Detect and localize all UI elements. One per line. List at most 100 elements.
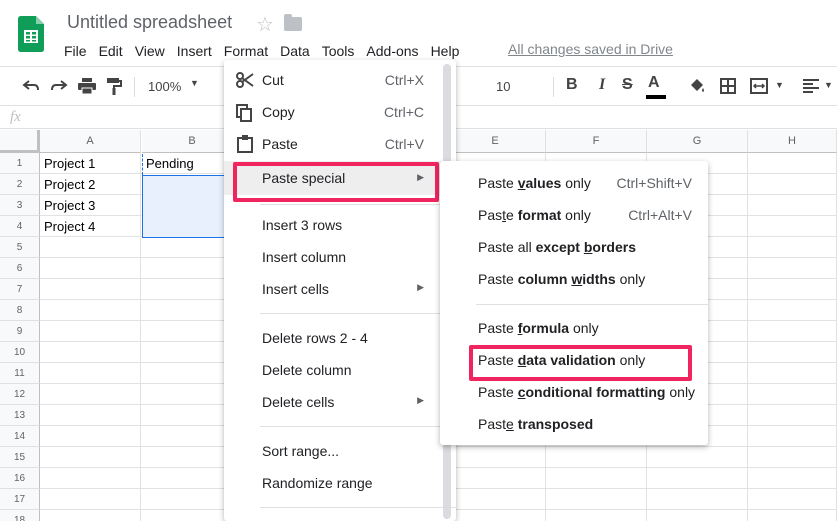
merge-cells-icon[interactable] (750, 78, 768, 94)
menu-item-randomize-range[interactable]: Randomize range (224, 467, 456, 499)
text-color-icon[interactable]: A (648, 74, 660, 92)
row-header[interactable]: 7 (0, 279, 40, 300)
column-header[interactable]: G (647, 130, 748, 153)
borders-icon[interactable] (720, 78, 736, 94)
menu-item-label: Copy (262, 104, 295, 120)
column-header[interactable]: H (748, 130, 837, 153)
cell-a4[interactable]: Project 4 (40, 217, 95, 237)
column-header[interactable]: A (40, 130, 141, 153)
menubar: File Edit View Insert Format Data Tools … (58, 40, 465, 62)
zoom-select[interactable]: 100% (148, 79, 181, 94)
row-header[interactable]: 10 (0, 342, 40, 363)
menu-item-paste-column-widths[interactable]: Paste column widths only (440, 263, 708, 295)
spreadsheet-app: Untitled spreadsheet ☆ File Edit View In… (0, 0, 837, 521)
select-all-corner[interactable] (0, 130, 40, 153)
strikethrough-icon[interactable]: S (622, 76, 633, 94)
cell-a1[interactable]: Project 1 (40, 154, 95, 174)
menu-addons[interactable]: Add-ons (360, 40, 424, 62)
row-header[interactable]: 3 (0, 195, 40, 216)
menu-item-sort-range[interactable]: Sort range... (224, 435, 456, 467)
menu-item-paste[interactable]: Paste Ctrl+V (224, 128, 456, 160)
menu-item-insert-rows[interactable]: Insert 3 rows (224, 209, 456, 241)
menu-item-label: Insert 3 rows (262, 217, 343, 233)
menu-edit[interactable]: Edit (93, 40, 129, 62)
align-chevron-down-icon[interactable]: ▼ (824, 80, 833, 90)
submenu-arrow-icon: ▶ (417, 282, 424, 292)
submenu-arrow-icon: ▶ (417, 395, 424, 405)
menu-item-label: Paste format only (478, 207, 591, 223)
folder-icon[interactable] (284, 14, 302, 31)
menu-separator (260, 204, 456, 205)
redo-icon[interactable] (50, 79, 68, 93)
paint-format-icon[interactable] (106, 78, 122, 96)
merge-chevron-down-icon[interactable]: ▼ (775, 80, 784, 90)
column-header[interactable]: F (546, 130, 647, 153)
menu-view[interactable]: View (129, 40, 171, 62)
row-header[interactable]: 16 (0, 468, 40, 489)
menu-item-label: Cut (262, 72, 284, 88)
data-validation-highlight (469, 345, 692, 381)
menu-item-copy[interactable]: Copy Ctrl+C (224, 96, 456, 128)
menu-item-delete-rows[interactable]: Delete rows 2 - 4 (224, 322, 456, 354)
text-color-swatch (646, 95, 666, 99)
menu-item-label: Paste formula only (478, 320, 599, 336)
sheets-logo[interactable] (18, 16, 44, 52)
row-header[interactable]: 14 (0, 426, 40, 447)
menu-data[interactable]: Data (274, 40, 316, 62)
fill-color-icon[interactable] (688, 78, 706, 94)
row-header[interactable]: 2 (0, 174, 40, 195)
document-title[interactable]: Untitled spreadsheet (67, 12, 232, 33)
row-header[interactable]: 8 (0, 300, 40, 321)
menu-item-paste-formula-only[interactable]: Paste formula only (440, 312, 708, 344)
row-header[interactable]: 9 (0, 321, 40, 342)
save-status-link[interactable]: All changes saved in Drive (508, 41, 673, 57)
menu-item-paste-except-borders[interactable]: Paste all except borders (440, 231, 708, 263)
undo-icon[interactable] (22, 79, 40, 93)
column-header[interactable]: E (445, 130, 546, 153)
column-gridline (140, 153, 141, 521)
menu-item-label: Delete column (262, 362, 352, 378)
menu-item-label: Delete rows 2 - 4 (262, 330, 368, 346)
menu-help[interactable]: Help (425, 40, 466, 62)
menu-item-paste-format-only[interactable]: Paste format only Ctrl+Alt+V (440, 199, 708, 231)
shortcut-text: Ctrl+X (384, 72, 424, 88)
menu-item-delete-cells[interactable]: Delete cells ▶ (224, 386, 456, 418)
menu-item-paste-transposed[interactable]: Paste transposed (440, 408, 708, 440)
menu-item-cut[interactable]: Cut Ctrl+X (224, 64, 456, 96)
menu-item-insert-cells[interactable]: Insert cells ▶ (224, 273, 456, 305)
menu-item-label: Delete cells (262, 394, 335, 410)
print-icon[interactable] (78, 78, 96, 94)
shortcut-text: Ctrl+Shift+V (616, 175, 692, 191)
menu-tools[interactable]: Tools (316, 40, 361, 62)
selected-range[interactable] (142, 175, 227, 238)
menu-insert[interactable]: Insert (171, 40, 218, 62)
menu-item-label: Insert column (262, 249, 347, 265)
menu-item-label: Paste transposed (478, 416, 594, 432)
row-header[interactable]: 4 (0, 216, 40, 237)
menu-item-insert-column[interactable]: Insert column (224, 241, 456, 273)
menu-item-delete-column[interactable]: Delete column (224, 354, 456, 386)
clipboard-icon (237, 135, 253, 153)
menu-item-paste-values-only[interactable]: Paste values only Ctrl+Shift+V (440, 167, 708, 199)
row-header[interactable]: 6 (0, 258, 40, 279)
align-left-icon[interactable] (803, 79, 819, 93)
italic-icon[interactable]: I (599, 76, 605, 94)
zoom-chevron-down-icon[interactable]: ▼ (190, 78, 199, 88)
row-header[interactable]: 18 (0, 510, 40, 521)
row-header[interactable]: 11 (0, 363, 40, 384)
row-header[interactable]: 17 (0, 489, 40, 510)
row-header[interactable]: 12 (0, 384, 40, 405)
row-header[interactable]: 1 (0, 153, 40, 174)
row-header[interactable]: 13 (0, 405, 40, 426)
bold-icon[interactable]: B (566, 76, 578, 94)
fx-icon: fx (10, 109, 21, 125)
row-header[interactable]: 5 (0, 237, 40, 258)
cell-b1[interactable]: Pending (142, 154, 194, 174)
menu-format[interactable]: Format (217, 40, 275, 62)
menu-file[interactable]: File (58, 40, 93, 62)
cell-a2[interactable]: Project 2 (40, 175, 95, 195)
cell-a3[interactable]: Project 3 (40, 196, 95, 216)
row-header[interactable]: 15 (0, 447, 40, 468)
font-size-select[interactable]: 10 (496, 79, 510, 94)
star-icon[interactable]: ☆ (256, 12, 274, 37)
